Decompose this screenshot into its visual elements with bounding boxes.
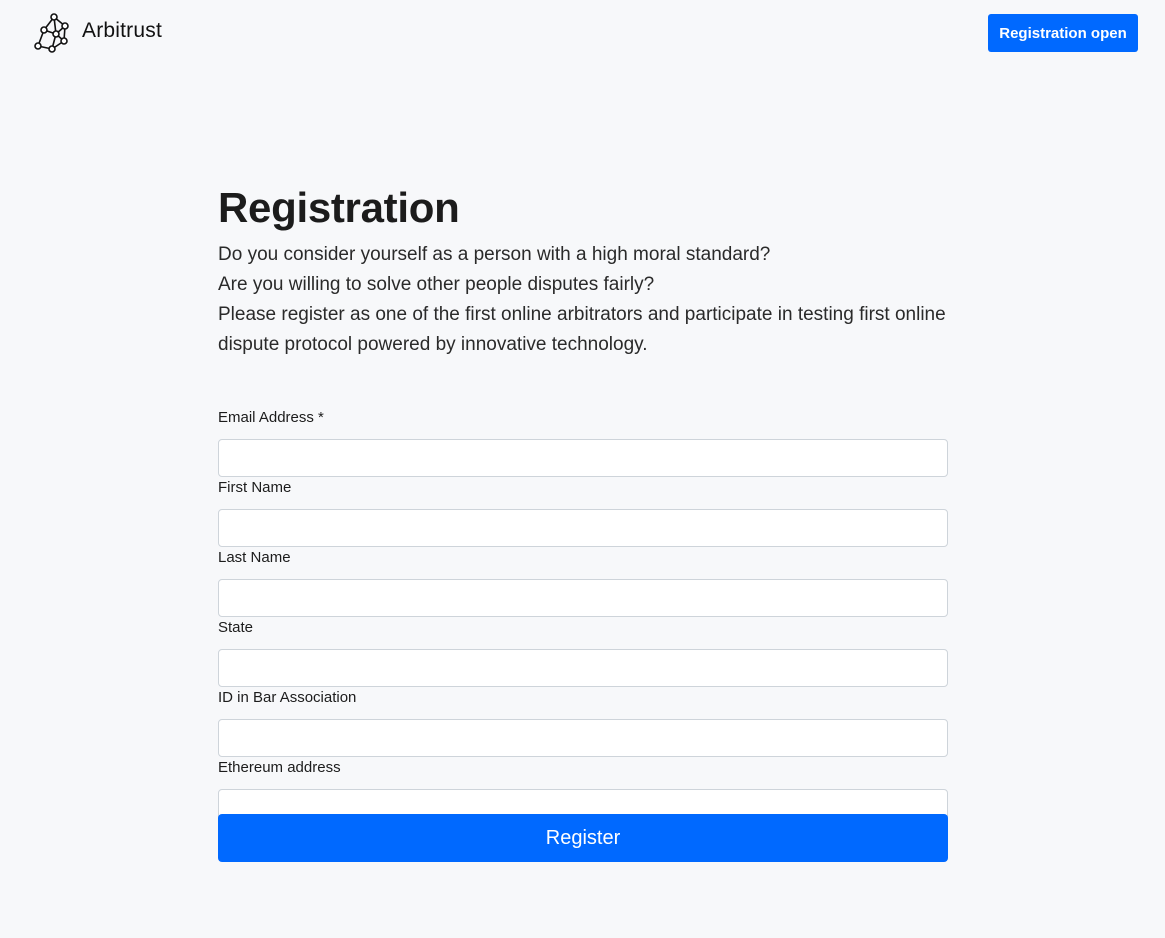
state-input[interactable]	[218, 649, 948, 687]
registration-open-button[interactable]: Registration open	[988, 14, 1138, 52]
last-name-input[interactable]	[218, 579, 948, 617]
last-name-label: Last Name	[218, 549, 291, 566]
registration-section: Registration Do you consider yourself as…	[218, 180, 948, 862]
intro-line: Are you willing to solve other people di…	[218, 274, 655, 295]
top-navbar: Arbitrust Registration open	[0, 0, 1165, 66]
last-name-field-group: Last Name	[218, 548, 948, 618]
bar-id-field-group: ID in Bar Association	[218, 688, 948, 758]
email-label: Email Address *	[218, 409, 324, 426]
intro-text: Do you consider yourself as a person wit…	[218, 240, 948, 360]
page-title: Registration	[218, 184, 460, 231]
intro-line: Please register as one of the first onli…	[218, 304, 946, 355]
registration-form: Email Address * First Name Last Name Sta…	[218, 408, 948, 862]
bar-id-label: ID in Bar Association	[218, 689, 357, 706]
ethereum-address-label: Ethereum address	[218, 759, 341, 776]
bar-id-input[interactable]	[218, 719, 948, 757]
first-name-input[interactable]	[218, 509, 948, 547]
first-name-field-group: First Name	[218, 478, 948, 548]
brand-name: Arbitrust	[82, 19, 162, 42]
state-field-group: State	[218, 618, 948, 688]
brand-link[interactable]: Arbitrust	[32, 12, 162, 54]
intro-line: Do you consider yourself as a person wit…	[218, 244, 771, 265]
state-label: State	[218, 619, 254, 636]
register-button[interactable]: Register	[218, 814, 948, 862]
first-name-label: First Name	[218, 479, 292, 496]
email-field-group: Email Address *	[218, 408, 948, 478]
network-graph-icon	[34, 13, 69, 53]
email-input[interactable]	[218, 439, 948, 477]
